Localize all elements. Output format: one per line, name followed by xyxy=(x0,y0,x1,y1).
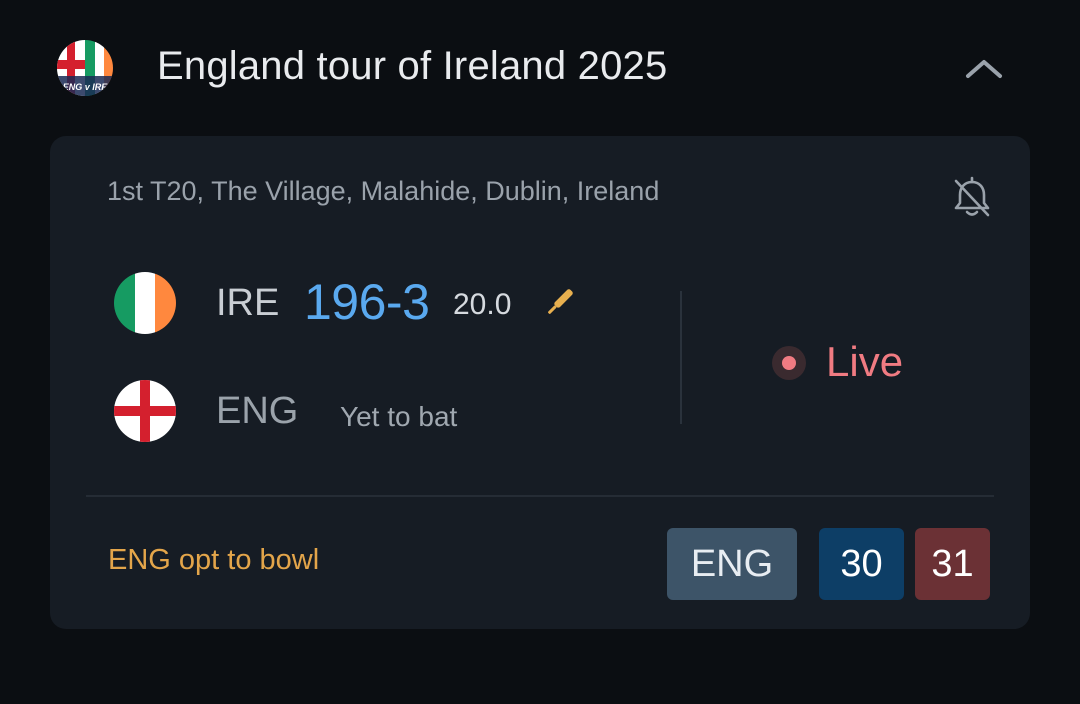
team-row-ire: IRE 196-3 20.0 xyxy=(112,272,672,336)
toss-result: ENG opt to bowl xyxy=(108,544,320,576)
match-info: 1st T20, The Village, Malahide, Dublin, … xyxy=(107,176,660,206)
team-overs: 20.0 xyxy=(453,288,512,321)
team-pill[interactable]: ENG xyxy=(667,528,797,600)
live-dot-icon xyxy=(772,346,806,380)
odds-lay-pill[interactable]: 31 xyxy=(915,528,990,600)
england-flag-icon xyxy=(114,380,176,442)
live-label: Live xyxy=(826,338,904,385)
odds-back-pill[interactable]: 30 xyxy=(819,528,904,600)
batting-status: Yet to bat xyxy=(340,401,458,432)
series-title: England tour of Ireland 2025 xyxy=(157,44,668,88)
team-abbr: ENG xyxy=(216,390,299,432)
horizontal-divider xyxy=(86,495,994,497)
collapse-button[interactable] xyxy=(960,48,1008,88)
chevron-up-icon xyxy=(966,60,1002,78)
team-score: 196-3 xyxy=(304,274,430,330)
bell-off-icon xyxy=(954,176,990,217)
notification-toggle-button[interactable] xyxy=(948,174,996,222)
team-row-eng: ENG Yet to bat xyxy=(112,380,672,444)
match-card[interactable]: 1st T20, The Village, Malahide, Dublin, … xyxy=(50,136,1030,629)
team-abbr: IRE xyxy=(216,282,280,324)
cricket-bat-icon xyxy=(548,289,573,314)
series-logo-text: ENG v IRE xyxy=(63,82,109,92)
ireland-flag-icon xyxy=(114,272,176,334)
live-status: Live xyxy=(772,336,932,388)
series-logo-icon: ENG v IRE xyxy=(57,40,113,96)
series-header[interactable]: ENG v IRE England tour of Ireland 2025 xyxy=(0,0,1080,136)
vertical-divider xyxy=(680,291,682,424)
